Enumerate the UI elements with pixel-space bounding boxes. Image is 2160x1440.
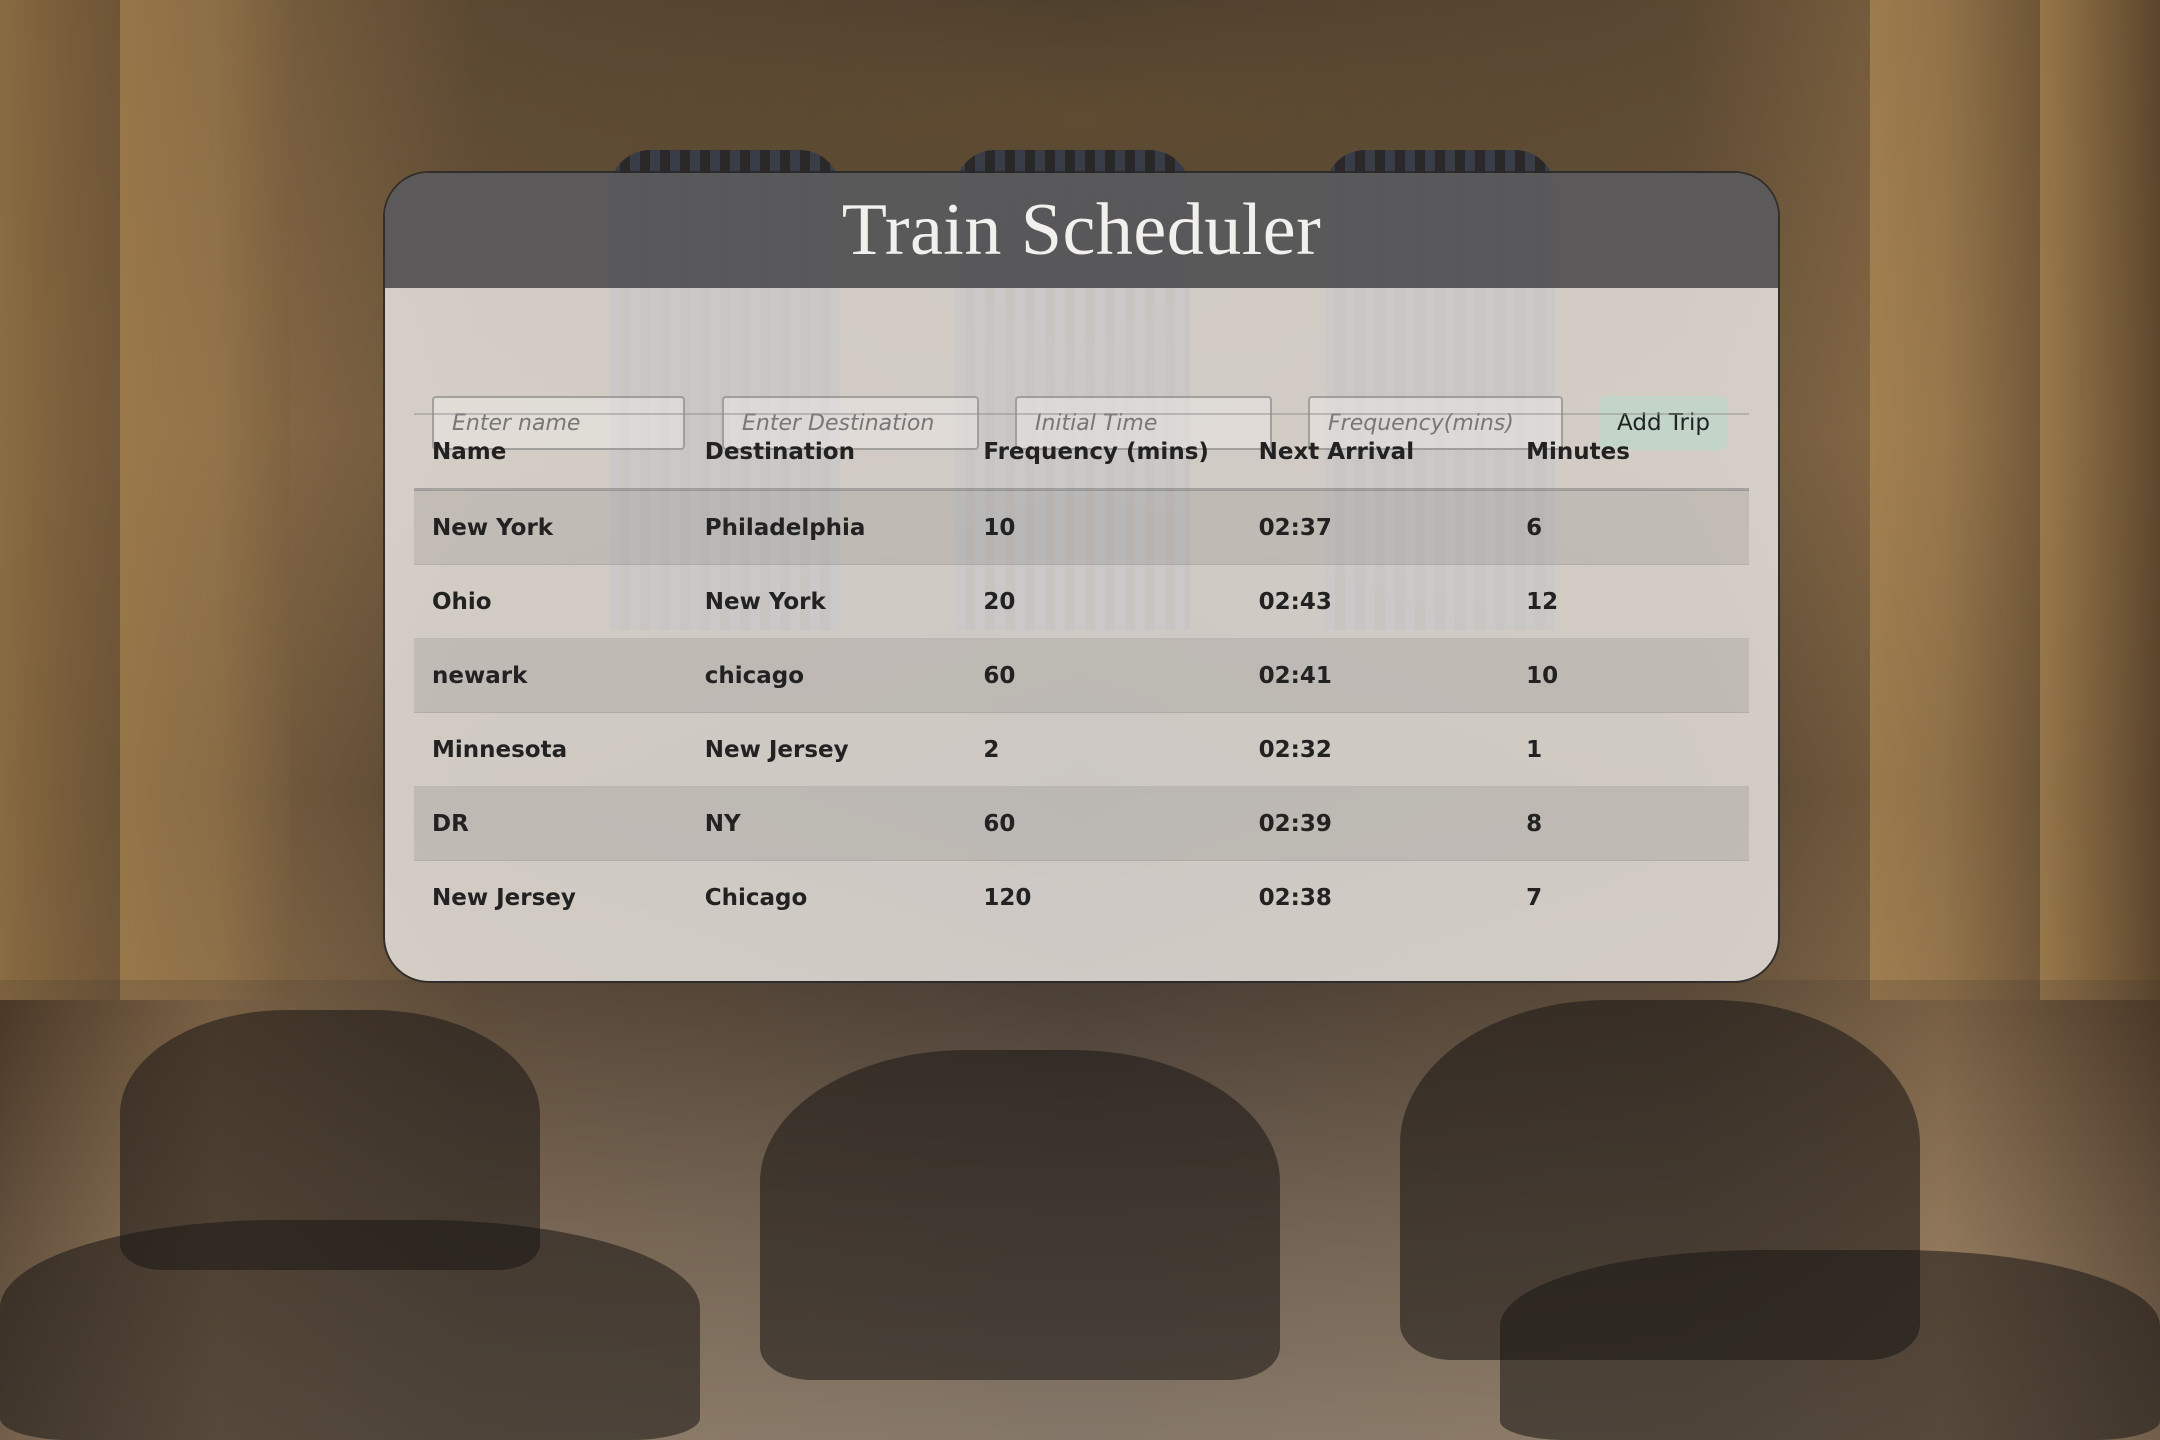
cell-name: DR xyxy=(414,786,687,861)
table-row: DR NY 60 02:39 8 xyxy=(414,786,1749,861)
table-row: Ohio New York 20 02:43 12 xyxy=(414,564,1749,639)
cell-name: Minnesota xyxy=(414,712,687,787)
table-row: Minnesota New Jersey 2 02:32 1 xyxy=(414,712,1749,787)
table-row: New Jersey Chicago 120 02:38 7 xyxy=(414,860,1749,934)
background-pillar xyxy=(2040,0,2160,1000)
cell-minutes: 12 xyxy=(1508,564,1749,639)
cell-next-arrival: 02:43 xyxy=(1240,564,1509,639)
cell-frequency: 2 xyxy=(965,712,1241,787)
cell-name: Ohio xyxy=(414,564,687,639)
header-minutes: Minutes xyxy=(1508,415,1749,491)
background-crowd xyxy=(0,1220,700,1440)
background-pillar xyxy=(1870,0,2040,1000)
cell-destination: Philadelphia xyxy=(686,489,966,565)
header-frequency: Frequency (mins) xyxy=(965,415,1241,491)
cell-name: newark xyxy=(414,638,687,713)
scheduler-panel: Train Scheduler Add Trip Name Destinatio… xyxy=(385,173,1778,981)
cell-destination: NY xyxy=(686,786,966,861)
cell-name: New Jersey xyxy=(414,860,687,934)
cell-minutes: 10 xyxy=(1508,638,1749,713)
page-title: Train Scheduler xyxy=(841,189,1322,271)
table-header-row: Name Destination Frequency (mins) Next A… xyxy=(414,415,1749,491)
cell-frequency: 20 xyxy=(965,564,1241,639)
cell-destination: Chicago xyxy=(686,860,966,934)
cell-destination: New York xyxy=(686,564,966,639)
header-name: Name xyxy=(414,415,687,491)
cell-destination: chicago xyxy=(686,638,966,713)
cell-frequency: 60 xyxy=(965,786,1241,861)
cell-frequency: 10 xyxy=(965,489,1241,565)
cell-minutes: 1 xyxy=(1508,712,1749,787)
header-next-arrival: Next Arrival xyxy=(1240,415,1509,491)
cell-next-arrival: 02:37 xyxy=(1240,489,1509,565)
cell-frequency: 120 xyxy=(965,860,1241,934)
background-pillar xyxy=(0,0,120,1000)
cell-next-arrival: 02:39 xyxy=(1240,786,1509,861)
cell-next-arrival: 02:41 xyxy=(1240,638,1509,713)
cell-next-arrival: 02:38 xyxy=(1240,860,1509,934)
cell-next-arrival: 02:32 xyxy=(1240,712,1509,787)
schedule-table: Name Destination Frequency (mins) Next A… xyxy=(414,415,1749,934)
cell-name: New York xyxy=(414,489,687,565)
table-row: newark chicago 60 02:41 10 xyxy=(414,638,1749,713)
header-destination: Destination xyxy=(686,415,966,491)
cell-minutes: 7 xyxy=(1508,860,1749,934)
cell-minutes: 8 xyxy=(1508,786,1749,861)
cell-minutes: 6 xyxy=(1508,489,1749,565)
cell-frequency: 60 xyxy=(965,638,1241,713)
background-pillar xyxy=(120,0,290,1000)
table-row: New York Philadelphia 10 02:37 6 xyxy=(414,489,1749,565)
panel-header: Train Scheduler xyxy=(385,173,1778,288)
background-crowd xyxy=(1500,1250,2160,1440)
cell-destination: New Jersey xyxy=(686,712,966,787)
background-crowd xyxy=(760,1050,1280,1380)
